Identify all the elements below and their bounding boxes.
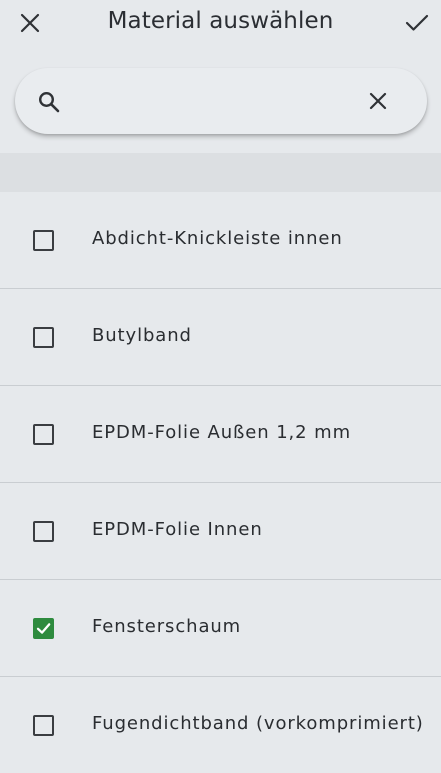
list-item-label: Butylband xyxy=(92,325,192,346)
check-icon xyxy=(405,14,429,31)
checkbox[interactable] xyxy=(33,521,54,542)
list-item-label: EPDM-Folie Außen 1,2 mm xyxy=(92,422,352,443)
material-list: Abdicht-Knickleiste innen Butylband EPDM… xyxy=(0,192,441,773)
list-item-label: Fugendichtband (vorkomprimiert) xyxy=(92,713,424,734)
checkbox-checked[interactable] xyxy=(33,618,54,639)
list-item-label: EPDM-Folie Innen xyxy=(92,519,263,540)
search-bar xyxy=(15,68,427,134)
close-icon xyxy=(369,92,387,110)
section-header xyxy=(0,153,441,192)
page-title: Material auswählen xyxy=(107,8,334,34)
list-item[interactable]: Abdicht-Knickleiste innen xyxy=(0,192,441,289)
search-input[interactable] xyxy=(77,86,351,118)
check-icon xyxy=(36,623,51,634)
clear-search-button[interactable] xyxy=(356,79,400,123)
search-icon xyxy=(38,91,60,113)
list-item[interactable]: Fensterschaum xyxy=(0,580,441,677)
list-item[interactable]: Butylband xyxy=(0,289,441,386)
app-header: Material auswählen xyxy=(0,0,441,46)
list-item[interactable]: EPDM-Folie Innen xyxy=(0,483,441,580)
confirm-button[interactable] xyxy=(395,1,439,45)
list-item[interactable]: Fugendichtband (vorkomprimiert) xyxy=(0,677,441,773)
list-item[interactable]: EPDM-Folie Außen 1,2 mm xyxy=(0,386,441,483)
list-item-label: Abdicht-Knickleiste innen xyxy=(92,228,343,249)
checkbox[interactable] xyxy=(33,230,54,251)
checkbox[interactable] xyxy=(33,715,54,736)
checkbox[interactable] xyxy=(33,424,54,445)
list-item-label: Fensterschaum xyxy=(92,616,242,637)
checkbox[interactable] xyxy=(33,327,54,348)
